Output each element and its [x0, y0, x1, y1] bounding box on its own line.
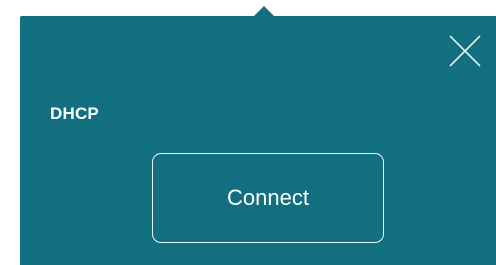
connect-button[interactable]: Connect	[152, 153, 384, 243]
close-icon	[449, 35, 481, 67]
close-button[interactable]	[447, 33, 483, 69]
connection-type-title: DHCP	[50, 104, 99, 123]
